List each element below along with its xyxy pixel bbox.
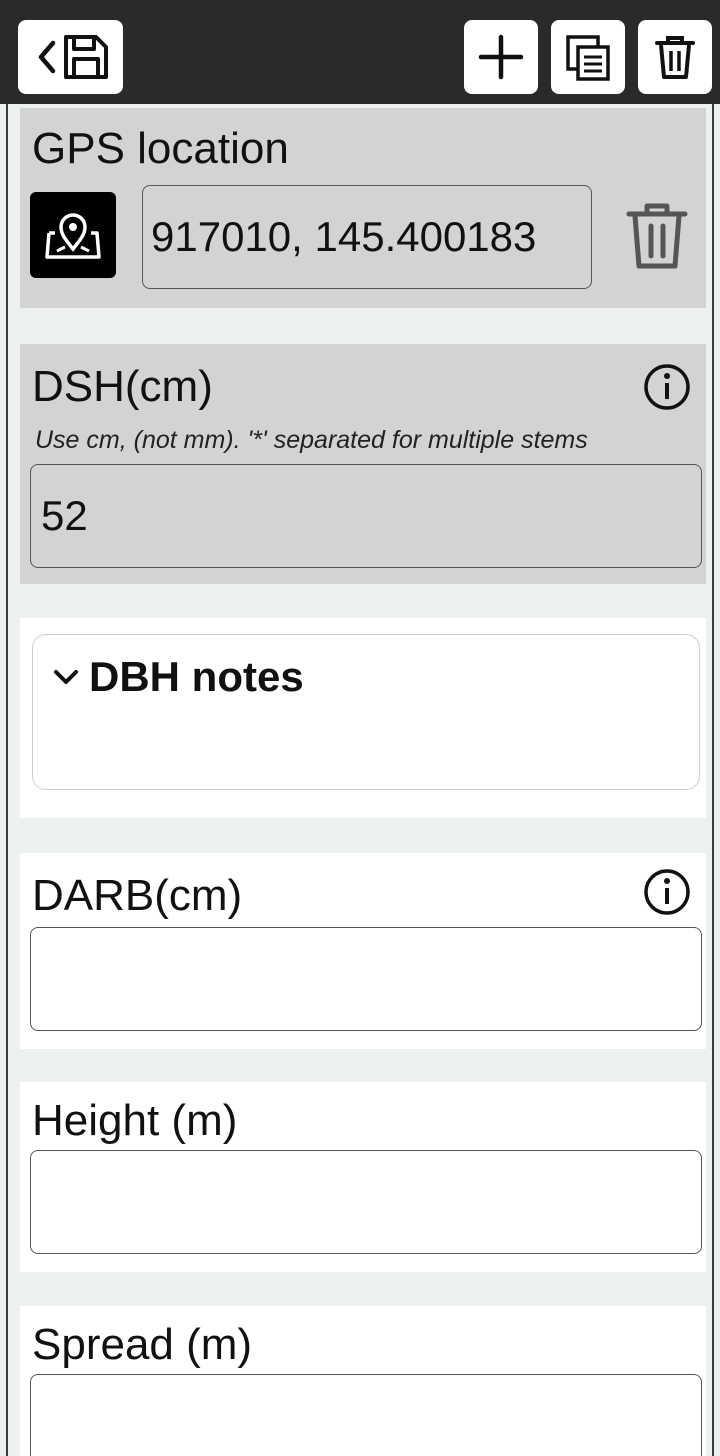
dbh-notes-label: DBH notes xyxy=(89,653,304,700)
height-field[interactable] xyxy=(30,1150,702,1254)
trash-icon xyxy=(655,36,695,79)
gps-location-card: GPS location 917010, 145.400183 xyxy=(20,108,706,308)
dbh-notes-card: DBH notes xyxy=(20,618,706,818)
plus-icon xyxy=(478,34,524,80)
map-pin-icon xyxy=(45,213,101,259)
dsh-hint: Use cm, (not mm). '*' separated for mult… xyxy=(35,426,588,454)
gps-capture-button[interactable] xyxy=(30,192,116,278)
info-icon[interactable] xyxy=(642,867,692,917)
add-record-button[interactable] xyxy=(464,20,538,94)
darb-field[interactable] xyxy=(30,927,702,1031)
form-content[interactable]: GPS location 917010, 145.400183 DSH(cm) xyxy=(6,104,714,1456)
gps-location-field[interactable]: 917010, 145.400183 xyxy=(142,185,592,289)
spread-field[interactable] xyxy=(30,1374,702,1456)
back-save-icons xyxy=(38,35,108,79)
copy-record-icon xyxy=(566,35,610,81)
copy-record-button[interactable] xyxy=(551,20,625,94)
dsh-label: DSH(cm) xyxy=(32,362,213,411)
trash-icon xyxy=(626,203,688,269)
dsh-card: DSH(cm) Use cm, (not mm). '*' separated … xyxy=(20,344,706,584)
spread-label: Spread (m) xyxy=(32,1320,253,1369)
chevron-down-icon xyxy=(54,670,78,684)
delete-record-button[interactable] xyxy=(638,20,712,94)
gps-clear-button[interactable] xyxy=(624,200,690,272)
spread-card: Spread (m) xyxy=(20,1306,706,1456)
floppy-disk-icon xyxy=(63,35,108,79)
gps-location-label: GPS location xyxy=(32,124,289,173)
back-save-button[interactable] xyxy=(18,20,123,94)
height-card: Height (m) xyxy=(20,1082,706,1272)
dbh-notes-header[interactable]: DBH notes xyxy=(51,653,304,701)
info-icon[interactable] xyxy=(642,362,692,412)
chevron-left-icon xyxy=(38,40,55,74)
height-label: Height (m) xyxy=(32,1096,238,1145)
top-toolbar xyxy=(0,0,720,104)
darb-card: DARB(cm) xyxy=(20,853,706,1049)
dbh-notes-collapsible[interactable]: DBH notes xyxy=(32,634,700,790)
darb-label: DARB(cm) xyxy=(32,871,243,920)
dsh-field[interactable]: 52 xyxy=(30,464,702,568)
